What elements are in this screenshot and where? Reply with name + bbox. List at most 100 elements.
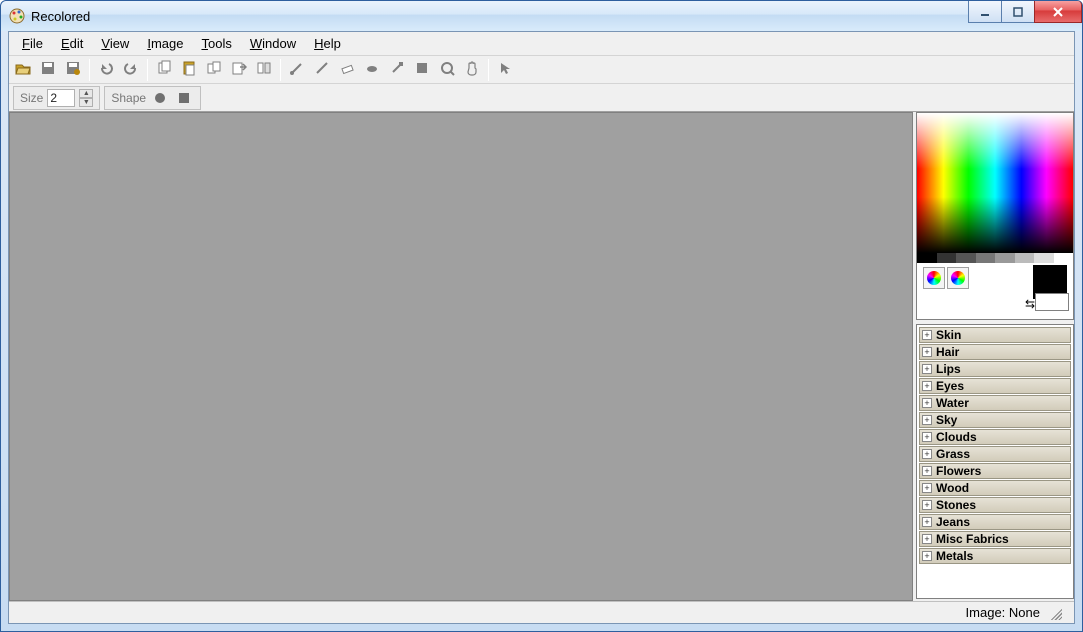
menu-view[interactable]: View — [92, 34, 138, 53]
category-sky[interactable]: + Sky — [919, 412, 1071, 428]
category-label: Eyes — [936, 379, 964, 393]
gray-step[interactable] — [956, 253, 976, 263]
category-label: Hair — [936, 345, 959, 359]
expand-icon[interactable]: + — [922, 347, 932, 357]
category-misc-fabrics[interactable]: +Misc Fabrics — [919, 531, 1071, 547]
category-eyes[interactable]: + Eyes — [919, 378, 1071, 394]
shape-square-button[interactable] — [174, 88, 194, 108]
color-wheel-1-button[interactable] — [923, 267, 945, 289]
expand-icon[interactable]: + — [922, 517, 932, 527]
grayscale-row[interactable] — [917, 253, 1073, 263]
expand-icon[interactable]: + — [922, 381, 932, 391]
expand-icon[interactable]: + — [922, 483, 932, 493]
category-water[interactable]: +Water — [919, 395, 1071, 411]
paste-button[interactable] — [177, 58, 201, 82]
copymerged-icon — [206, 60, 222, 79]
copy-merged-button[interactable] — [202, 58, 226, 82]
category-label: Flowers — [936, 464, 981, 478]
undo-icon — [98, 60, 114, 79]
open-icon — [15, 60, 31, 79]
expand-icon[interactable]: + — [922, 415, 932, 425]
category-metals[interactable]: + Metals — [919, 548, 1071, 564]
eraser-button[interactable] — [335, 58, 359, 82]
menu-image[interactable]: Image — [138, 34, 192, 53]
expand-icon[interactable]: + — [922, 432, 932, 442]
category-flowers[interactable]: + Flowers — [919, 463, 1071, 479]
size-spin-up[interactable]: ▲ — [79, 89, 93, 98]
category-grass[interactable]: +Grass — [919, 446, 1071, 462]
save-as-button[interactable] — [61, 58, 85, 82]
pointer-button[interactable] — [493, 58, 517, 82]
copy-button[interactable] — [152, 58, 176, 82]
save-button[interactable] — [36, 58, 60, 82]
gray-step[interactable] — [1015, 253, 1035, 263]
app-icon — [9, 8, 25, 24]
smudge-button[interactable] — [360, 58, 384, 82]
category-wood[interactable]: +Wood — [919, 480, 1071, 496]
expand-icon[interactable]: + — [922, 500, 932, 510]
expand-icon[interactable]: + — [922, 551, 932, 561]
color-picker-footer: ⇆ — [917, 263, 1073, 319]
close-button[interactable] — [1034, 1, 1082, 23]
category-label: Stones — [936, 498, 976, 512]
menu-edit[interactable]: Edit — [52, 34, 92, 53]
compare-icon — [256, 60, 272, 79]
hand-button[interactable] — [460, 58, 484, 82]
compare-button[interactable] — [252, 58, 276, 82]
category-label: Jeans — [936, 515, 970, 529]
open-button[interactable] — [11, 58, 35, 82]
gray-step[interactable] — [1034, 253, 1054, 263]
gray-step[interactable] — [917, 253, 937, 263]
size-spin-down[interactable]: ▼ — [79, 98, 93, 107]
category-jeans[interactable]: + Jeans — [919, 514, 1071, 530]
magic-wand-button[interactable] — [435, 58, 459, 82]
line-button[interactable] — [310, 58, 334, 82]
gray-step[interactable] — [937, 253, 957, 263]
magicwand-icon — [439, 60, 455, 79]
gray-step[interactable] — [976, 253, 996, 263]
category-hair[interactable]: + Hair — [919, 344, 1071, 360]
titlebar[interactable]: Recolored — [1, 1, 1082, 31]
swap-colors-icon[interactable]: ⇆ — [1025, 297, 1035, 311]
background-swatch[interactable] — [1035, 293, 1069, 311]
expand-icon[interactable]: + — [922, 398, 932, 408]
category-skin[interactable]: +Skin — [919, 327, 1071, 343]
menu-window[interactable]: Window — [241, 34, 305, 53]
category-label: Sky — [936, 413, 957, 427]
minimize-button[interactable] — [968, 1, 1002, 23]
expand-icon[interactable]: + — [922, 330, 932, 340]
category-lips[interactable]: +Lips — [919, 361, 1071, 377]
color-wheel-2-button[interactable] — [947, 267, 969, 289]
color-wheel-icon — [951, 271, 965, 285]
maximize-button[interactable] — [1001, 1, 1035, 23]
toolbar-separator — [147, 59, 148, 81]
expand-icon[interactable]: + — [922, 534, 932, 544]
undo-button[interactable] — [94, 58, 118, 82]
size-input[interactable] — [47, 89, 75, 107]
menu-file[interactable]: File — [13, 34, 52, 53]
color-picker-panel: ⇆ — [916, 112, 1074, 320]
shape-round-button[interactable] — [150, 88, 170, 108]
menu-tools[interactable]: Tools — [192, 34, 240, 53]
menu-help[interactable]: Help — [305, 34, 350, 53]
tool-options-bar: Size ▲ ▼ Shape — [9, 84, 1074, 112]
expand-icon[interactable]: + — [922, 364, 932, 374]
canvas[interactable] — [9, 112, 913, 601]
expand-icon[interactable]: + — [922, 466, 932, 476]
brush-icon — [289, 60, 305, 79]
resize-grip[interactable] — [1048, 606, 1062, 620]
hand-icon — [464, 60, 480, 79]
category-stones[interactable]: + Stones — [919, 497, 1071, 513]
picker-button[interactable] — [385, 58, 409, 82]
color-category-panel: +Skin+Hair+Lips+Eyes+Water+Sky+Clouds+Gr… — [916, 324, 1074, 599]
export-button[interactable] — [227, 58, 251, 82]
expand-icon[interactable]: + — [922, 449, 932, 459]
gray-step[interactable] — [1054, 253, 1074, 263]
brush-button[interactable] — [285, 58, 309, 82]
category-label: Metals — [936, 549, 973, 563]
gray-step[interactable] — [995, 253, 1015, 263]
category-clouds[interactable]: +Clouds — [919, 429, 1071, 445]
color-spectrum[interactable] — [917, 113, 1073, 253]
rect-select-button[interactable] — [410, 58, 434, 82]
redo-button[interactable] — [119, 58, 143, 82]
